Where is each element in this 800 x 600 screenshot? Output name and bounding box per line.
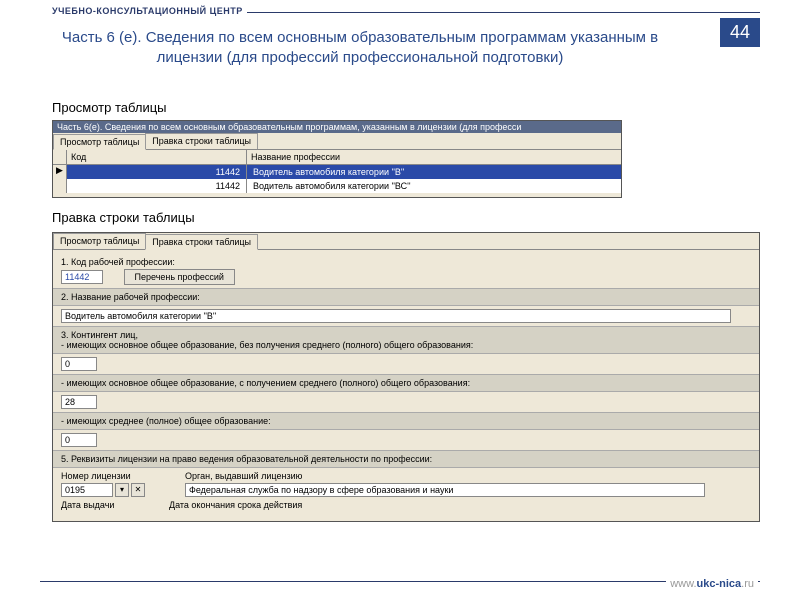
profession-code-input[interactable]: 11442	[61, 270, 103, 284]
table-row[interactable]: ▶ 11442 Водитель автомобиля категории ''…	[53, 165, 621, 179]
contingent-c-label: - имеющих среднее (полное) общее образов…	[61, 416, 751, 426]
cell-name: Водитель автомобиля категории ''ВС''	[247, 179, 621, 193]
code-label: 1. Код рабочей профессии:	[61, 257, 751, 267]
contingent-b-input[interactable]: 28	[61, 395, 97, 409]
contingent-a-input[interactable]: 0	[61, 357, 97, 371]
view-section-label: Просмотр таблицы	[52, 100, 167, 115]
contingent-label: 3. Контингент лиц,	[61, 330, 751, 340]
view-tabs: Просмотр таблицы Правка строки таблицы	[53, 133, 621, 150]
edit-tabs: Просмотр таблицы Правка строки таблицы	[53, 233, 759, 250]
license-label: 5. Реквизиты лицензии на право ведения о…	[61, 454, 751, 464]
clear-icon[interactable]: ✕	[131, 483, 145, 497]
tab-view[interactable]: Просмотр таблицы	[53, 134, 146, 150]
footer-url: www.ukc-nica.ru	[666, 578, 758, 590]
org-header: УЧЕБНО-КОНСУЛЬТАЦИОННЫЙ ЦЕНТР	[52, 6, 247, 16]
panel-title-bar: Часть 6(е). Сведения по всем основным об…	[53, 121, 621, 133]
license-date-label: Дата выдачи	[61, 500, 129, 510]
profession-list-button[interactable]: Перечень профессий	[124, 269, 235, 285]
dropdown-icon[interactable]: ▾	[115, 483, 129, 497]
table-row[interactable]: 11442 Водитель автомобиля категории ''ВС…	[53, 179, 621, 193]
license-number-label: Номер лицензии	[61, 471, 145, 481]
edit-section-label: Правка строки таблицы	[52, 210, 195, 225]
license-number-input[interactable]: 0195	[61, 483, 113, 497]
row-indicator-icon	[53, 179, 67, 193]
license-org-label: Орган, выдавший лицензию	[185, 471, 751, 481]
edit-panel: Просмотр таблицы Правка строки таблицы 1…	[52, 232, 760, 522]
col-name[interactable]: Название профессии	[247, 150, 621, 164]
cell-code: 11442	[67, 165, 247, 179]
name-label: 2. Название рабочей профессии:	[61, 292, 751, 302]
contingent-c-input[interactable]: 0	[61, 433, 97, 447]
license-expiry-label: Дата окончания срока действия	[169, 500, 302, 510]
contingent-b-label: - имеющих основное общее образование, с …	[61, 378, 751, 388]
contingent-a-label: - имеющих основное общее образование, бе…	[61, 340, 751, 350]
license-org-input[interactable]: Федеральная служба по надзору в сфере об…	[185, 483, 705, 497]
view-panel: Часть 6(е). Сведения по всем основным об…	[52, 120, 622, 198]
cell-code: 11442	[67, 179, 247, 193]
tab-view[interactable]: Просмотр таблицы	[53, 233, 146, 249]
tab-edit[interactable]: Правка строки таблицы	[145, 234, 258, 250]
profession-name-input[interactable]: Водитель автомобиля категории ''В''	[61, 309, 731, 323]
grid-header: Код Название профессии	[53, 150, 621, 165]
col-code[interactable]: Код	[67, 150, 247, 164]
cell-name: Водитель автомобиля категории ''В''	[247, 165, 621, 179]
tab-edit[interactable]: Правка строки таблицы	[145, 133, 258, 149]
row-indicator-icon: ▶	[53, 165, 67, 179]
page-title: Часть 6 (е). Сведения по всем основным о…	[40, 28, 680, 69]
page-number: 44	[720, 18, 760, 47]
